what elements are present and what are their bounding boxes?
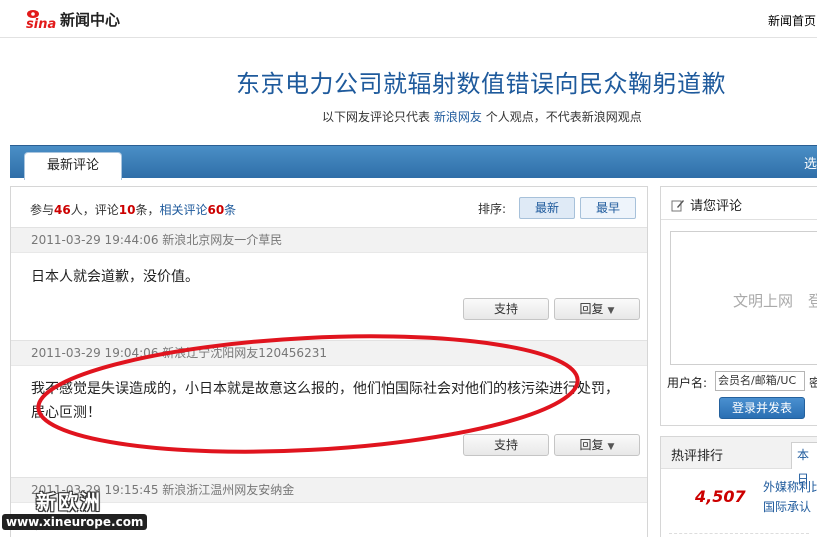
page: sina 新闻中心 新闻首页 东京电力公司就辐射数值错误向民众鞠躬道歉 以下网友… xyxy=(0,0,817,537)
comments-count: 10 xyxy=(118,203,136,217)
comment-list: 参与46人，评论10条，相关评论60条 排序: 最新 最早 2011-03-29… xyxy=(10,186,648,537)
sina-logo[interactable]: sina 新闻中心 xyxy=(24,7,120,31)
sort-label: 排序: xyxy=(478,202,507,216)
hot-ranking-title: 热评排行 xyxy=(671,449,724,464)
svg-text:sina: sina xyxy=(26,17,56,31)
comment-text-line: 我不感觉是失误造成的，小日本就是故意这么报的，他们怕国际社会对他们的核污染进行处… xyxy=(31,381,619,397)
watermark-url: www.xineurope.com xyxy=(2,514,148,530)
tab-today[interactable]: 本日 xyxy=(791,442,817,486)
sina-eye-logo-icon: sina xyxy=(26,10,56,31)
pen-icon xyxy=(671,199,684,211)
support-button[interactable]: 支持 xyxy=(463,298,549,320)
hot-comment-count: 4,507 xyxy=(695,487,746,506)
comment-stats: 参与46人，评论10条，相关评论60条 xyxy=(30,201,236,218)
tab-strip: 最新评论 选 xyxy=(10,145,817,180)
divider xyxy=(669,533,809,534)
sina-netizen-link[interactable]: 新浪网友 xyxy=(434,110,482,124)
hot-ranking-header: 热评排行 本日 xyxy=(661,437,817,486)
reply-button[interactable]: 回复 ▼ xyxy=(554,298,640,320)
news-home-link[interactable]: 新闻首页 xyxy=(768,12,816,29)
hot-article-line: 国际承认 xyxy=(763,500,812,514)
tab-latest-comments[interactable]: 最新评论 xyxy=(24,152,122,180)
participants-label: 参与 xyxy=(30,203,55,217)
comment-text-line: 居心叵测！ xyxy=(31,405,101,421)
hot-article-link[interactable]: 外媒称利比 国际承认 xyxy=(763,477,817,517)
disclaimer: 以下网友评论只代表 新浪网友 个人观点，不代表新浪网观点 xyxy=(322,108,642,125)
reply-label: 回复 xyxy=(579,438,604,452)
participants-count: 46 xyxy=(54,203,71,217)
related-count: 60 xyxy=(207,203,225,217)
password-label: 密 xyxy=(809,376,817,390)
sort-newest-button[interactable]: 最新 xyxy=(519,197,575,219)
login-and-post-button[interactable]: 登录并发表 xyxy=(719,397,805,419)
hot-article-line: 外媒称利比 xyxy=(763,480,817,494)
comment-meta: 2011-03-29 19:04:06 新浪辽宁沈阳网友120456231 xyxy=(11,340,647,366)
sort-oldest-button[interactable]: 最早 xyxy=(580,197,636,219)
comment-form-title-text: 请您评论 xyxy=(690,199,743,214)
disclaimer-pre: 以下网友评论只代表 xyxy=(322,110,431,124)
reply-label: 回复 xyxy=(579,302,604,316)
comment-text: 日本人就会道歉，没价值。 xyxy=(31,269,199,285)
tab-right-item[interactable]: 选 xyxy=(804,153,817,172)
comment-text: 我不感觉是失误造成的，小日本就是故意这么报的，他们怕国际社会对他们的核污染进行处… xyxy=(31,377,631,425)
comments-unit: 条， xyxy=(135,203,160,217)
divider xyxy=(661,219,817,220)
logo-text: 新闻中心 xyxy=(60,10,121,29)
reply-button[interactable]: 回复 ▼ xyxy=(554,434,640,456)
comment-meta: 2011-03-29 19:44:06 新浪北京网友一介草民 xyxy=(11,227,647,253)
comment-form-title: 请您评论 xyxy=(671,195,742,214)
hot-ranking-panel: 热评排行 本日 4,507 外媒称利比 国际承认 xyxy=(660,436,817,537)
username-input[interactable]: 会员名/邮箱/UC xyxy=(715,371,805,391)
disclaimer-post: 个人观点，不代表新浪网观点 xyxy=(485,110,642,124)
chevron-down-icon: ▼ xyxy=(607,442,615,452)
page-title: 东京电力公司就辐射数值错误向民众鞠躬道歉 xyxy=(236,70,726,98)
comment-textarea[interactable]: 文明上网 登 xyxy=(670,231,817,365)
comment-meta: 2011-03-29 19:15:45 新浪浙江温州网友安纳金 xyxy=(11,477,647,503)
support-button[interactable]: 支持 xyxy=(463,434,549,456)
chevron-down-icon: ▼ xyxy=(607,306,615,316)
comment-textarea-placeholder: 文明上网 登 xyxy=(733,292,817,310)
comment-form-panel: 请您评论 文明上网 登 用户名: 会员名/邮箱/UC 密 登录并发表 xyxy=(660,186,817,426)
related-unit: 条 xyxy=(224,203,237,217)
top-bar: sina 新闻中心 新闻首页 xyxy=(0,0,817,38)
watermark-title: 新欧洲 xyxy=(36,490,102,514)
username-label: 用户名: xyxy=(667,376,708,390)
related-comments-link[interactable]: 相关评论 xyxy=(159,203,207,217)
participants-unit: 人，评论 xyxy=(70,203,119,217)
